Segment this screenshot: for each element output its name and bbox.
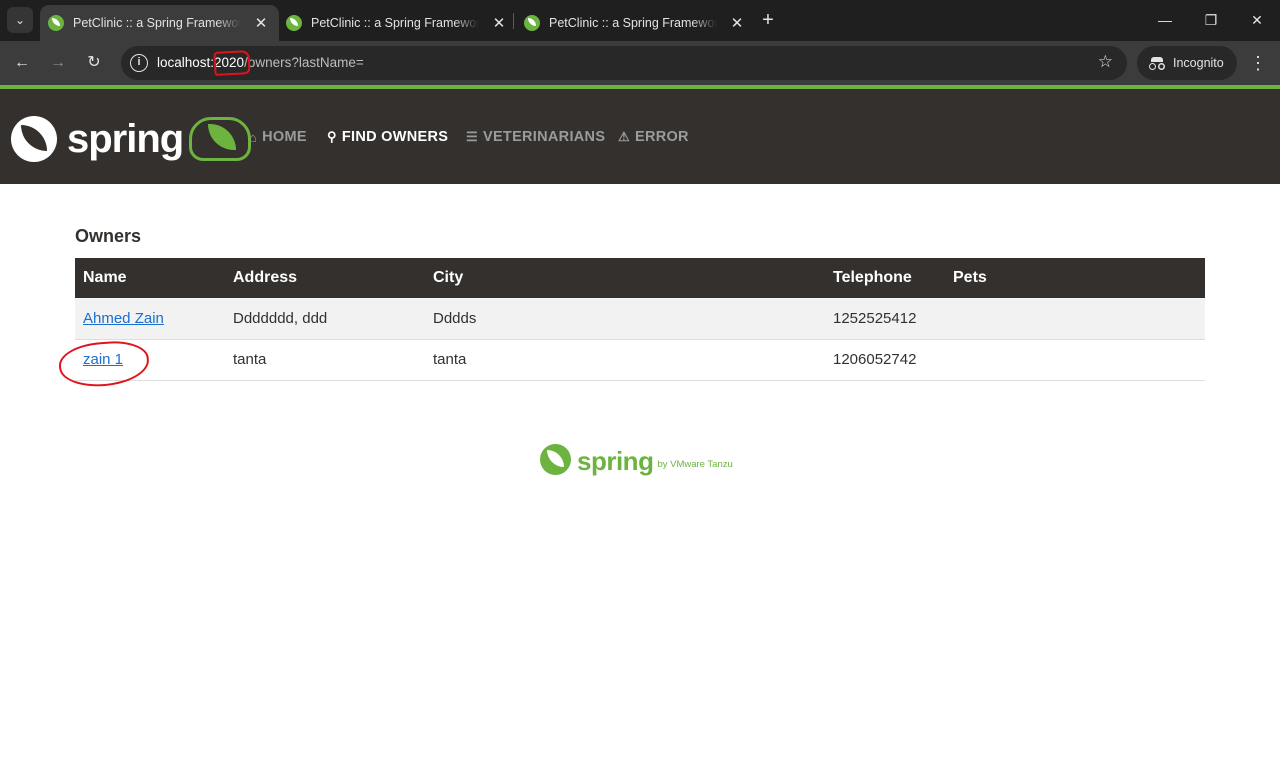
browser-tab-strip: ⌄ PetClinic :: a Spring Framework demons… [0,0,1280,41]
column-header-telephone: Telephone [825,258,945,298]
kebab-menu-icon[interactable]: ⋮ [1246,49,1270,77]
petclinic-page: spring ⌂ HOME ⚲ FIND OWNERS ☰ VETERINARI… [0,85,1280,776]
column-header-address: Address [225,258,425,298]
owners-table: Name Address City Telephone Pets Ahmed Z… [75,258,1205,381]
table-row: zain 1 tanta tanta 1206052742 [75,339,1205,381]
tab-title: PetClinic :: a Spring Framework demonstr… [73,16,241,30]
close-icon[interactable]: ✕ [729,14,745,32]
new-tab-plus-icon[interactable]: + [758,9,778,31]
warning-icon: ⚠ [618,129,630,144]
owner-telephone-cell: 1206052742 [825,339,945,381]
owner-telephone-cell: 1252525412 [825,298,945,340]
incognito-label: Incognito [1173,56,1224,70]
browser-tab-1[interactable]: PetClinic :: a Spring Framework demonstr… [40,5,279,41]
footer-by-text: by VMware Tanzu [657,459,733,470]
browser-tab-2[interactable]: PetClinic :: a Spring Framework demonstr… [278,5,517,41]
tab-title: PetClinic :: a Spring Framework demonstr… [549,16,717,30]
nav-veterinarians-label: VETERINARIANS [482,129,606,145]
annotation-port-highlight [213,50,251,76]
home-icon: ⌂ [249,129,258,145]
url-path: /owners?lastName= [244,55,364,70]
spring-leaf-icon [11,116,57,162]
reload-icon[interactable]: ↻ [80,49,108,77]
browser-tab-3[interactable]: PetClinic :: a Spring Framework demonstr… [516,5,755,41]
forward-arrow-icon[interactable]: → [44,49,72,77]
column-header-city: City [425,258,825,298]
url-text[interactable]: localhost:2020/owners?lastName= [157,55,364,70]
spring-favicon-icon [48,15,64,31]
tab-title: PetClinic :: a Spring Framework demonstr… [311,16,479,30]
window-close-icon[interactable]: ✕ [1245,8,1269,32]
nav-veterinarians[interactable]: ☰ VETERINARIANS [466,129,605,145]
owner-name-link[interactable]: Ahmed Zain [83,310,164,327]
close-icon[interactable]: ✕ [491,14,507,32]
browser-toolbar: ← → ↻ i localhost:2020/owners?lastName= … [0,41,1280,85]
spring-brand-logo[interactable]: spring [11,111,252,167]
spring-cloud-leaf-icon [189,117,252,161]
column-header-pets: Pets [945,258,1205,298]
owner-name-cell: Ahmed Zain [75,298,225,340]
restore-icon[interactable]: ❐ [1199,8,1223,32]
nav-error[interactable]: ⚠ ERROR [618,129,689,145]
nav-home-label: HOME [262,129,307,145]
owner-city-cell: tanta [425,339,825,381]
tab-divider [513,13,514,29]
nav-find-owners[interactable]: ⚲ FIND OWNERS [327,129,448,145]
spring-favicon-icon [524,15,540,31]
owner-address-cell: Ddddddd, ddd [225,298,425,340]
spring-leaf-icon [540,444,571,475]
owner-address-cell: tanta [225,339,425,381]
close-icon[interactable]: ✕ [253,14,269,32]
list-icon: ☰ [466,129,478,144]
main-navbar: spring ⌂ HOME ⚲ FIND OWNERS ☰ VETERINARI… [0,85,1280,184]
bookmark-star-icon[interactable]: ☆ [1098,52,1113,72]
table-header-row: Name Address City Telephone Pets [75,258,1205,298]
spring-favicon-icon [286,15,302,31]
nav-error-label: ERROR [634,129,689,145]
search-icon: ⚲ [327,129,337,144]
footer-brand-text: spring [577,446,654,476]
brand-text: spring [67,116,184,161]
annotation-circle-highlight [57,338,151,390]
owner-pets-cell [945,298,1205,340]
address-bar[interactable]: i localhost:2020/owners?lastName= ☆ [121,46,1127,80]
incognito-icon [1149,57,1165,70]
tab-search-chevron-icon[interactable]: ⌄ [7,7,33,33]
page-title: Owners [75,226,142,246]
nav-home[interactable]: ⌂ HOME [249,129,307,145]
nav-find-owners-label: FIND OWNERS [341,129,449,145]
owner-pets-cell [945,339,1205,381]
minimize-icon[interactable]: — [1153,8,1177,32]
table-row: Ahmed Zain Ddddddd, ddd Dddds 1252525412 [75,298,1205,340]
back-arrow-icon[interactable]: ← [8,49,36,77]
footer-spring-logo: spring by VMware Tanzu [540,444,733,475]
site-info-icon[interactable]: i [130,54,148,72]
column-header-name: Name [75,258,225,298]
owner-city-cell: Dddds [425,298,825,340]
incognito-badge[interactable]: Incognito [1137,46,1237,80]
